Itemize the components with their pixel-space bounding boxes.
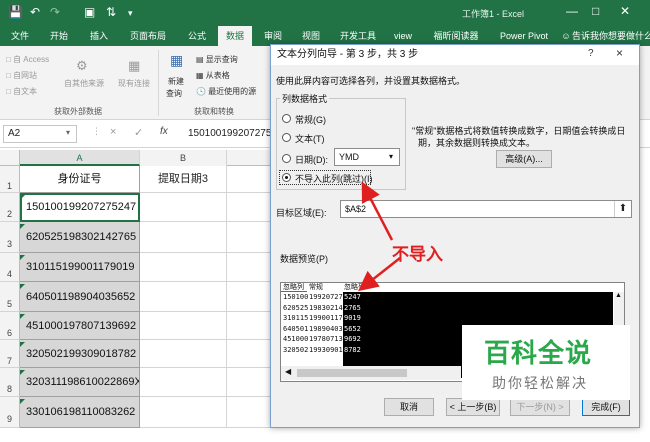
arrow-to-skip-option (361, 181, 394, 241)
watermark: 百科全说 助你轻松解决 (462, 325, 630, 400)
watermark-title: 百科全说 (484, 338, 593, 368)
watermark-subtitle: 助你轻松解决 (492, 375, 588, 391)
annotation-label: 不导入 (392, 245, 443, 264)
